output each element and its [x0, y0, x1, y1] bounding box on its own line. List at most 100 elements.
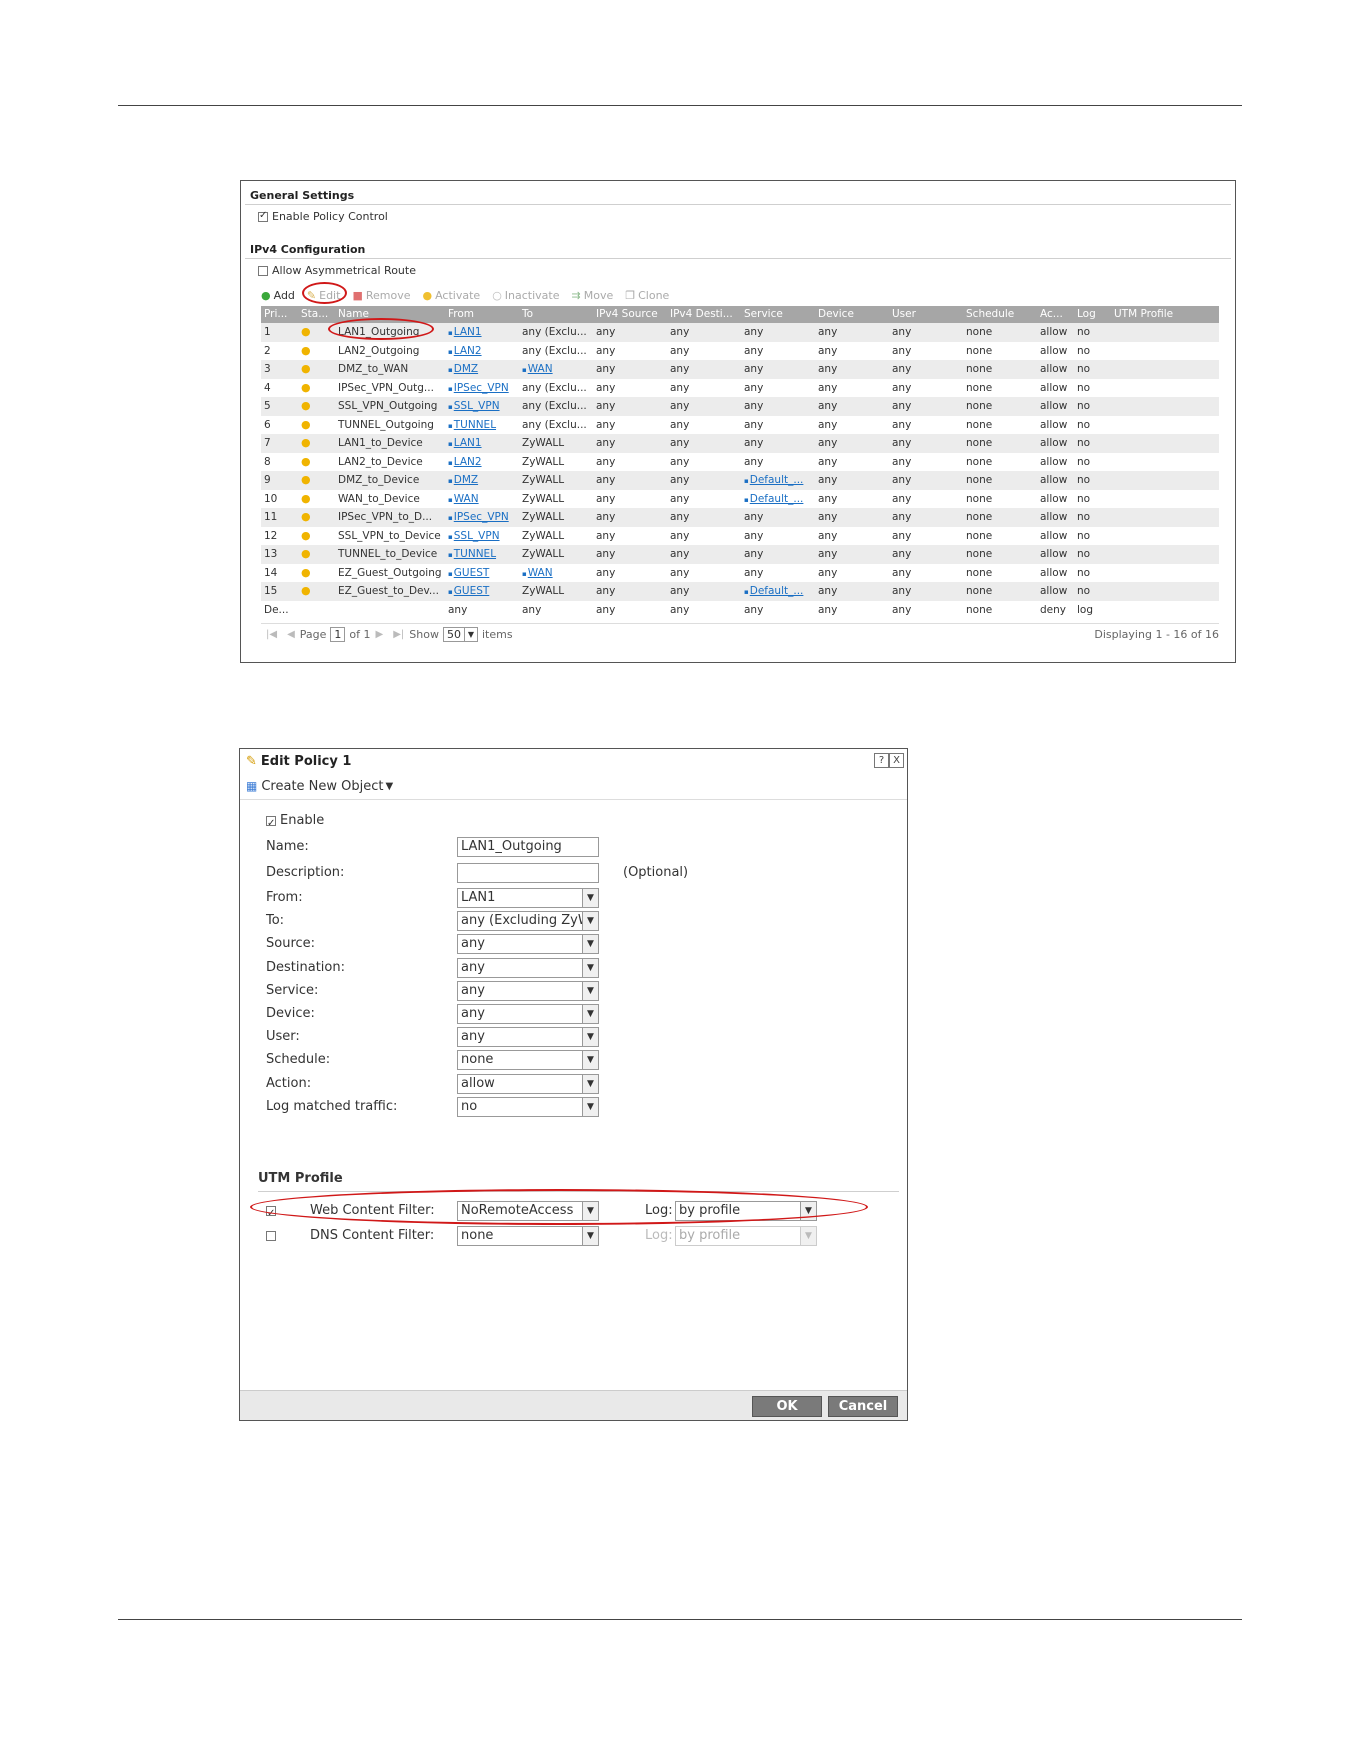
- column-header[interactable]: Device: [815, 306, 889, 323]
- column-header[interactable]: From: [445, 306, 519, 323]
- table-row[interactable]: 6 ● TUNNEL_Outgoing TUNNEL any (Exclu... any a…: [261, 415, 1219, 434]
- object-link[interactable]: TUNNEL: [448, 419, 496, 431]
- cancel-button[interactable]: Cancel: [828, 1396, 898, 1417]
- object-link[interactable]: LAN2: [448, 456, 482, 468]
- object-link[interactable]: Default_...: [744, 585, 804, 597]
- table-row[interactable]: 11 ● IPSec_VPN_to_D... IPSec_VPN ZyWALL any an…: [261, 508, 1219, 527]
- add-button[interactable]: ● Add: [261, 289, 295, 302]
- from-select[interactable]: LAN1 ▼: [457, 888, 599, 908]
- object-link[interactable]: GUEST: [448, 585, 490, 597]
- table-row[interactable]: 5 ● SSL_VPN_Outgoing SSL_VPN any (Exclu... an…: [261, 397, 1219, 416]
- object-link[interactable]: LAN1: [448, 437, 482, 449]
- allow-asym-route-checkbox[interactable]: [258, 266, 268, 276]
- column-header[interactable]: Log: [1074, 306, 1111, 323]
- log-matched-select[interactable]: no ▼: [457, 1096, 599, 1117]
- edit-button[interactable]: ✎ Edit: [307, 289, 341, 302]
- column-header[interactable]: UTM Profile: [1111, 306, 1218, 323]
- object-link[interactable]: TUNNEL: [448, 548, 496, 560]
- object-link[interactable]: LAN1: [448, 326, 482, 338]
- table-cell: any: [596, 603, 616, 616]
- edit-policy-icon: ✎: [246, 753, 257, 769]
- create-new-object-menu[interactable]: Create New Object: [261, 779, 383, 794]
- table-cell: EZ_Guest_Outgoing: [338, 566, 442, 579]
- device-select[interactable]: any ▼: [457, 1004, 599, 1024]
- first-page-icon[interactable]: |◀: [266, 629, 277, 640]
- table-cell: any: [670, 511, 690, 523]
- web-log-select[interactable]: by profile ▼: [675, 1201, 817, 1221]
- table-row[interactable]: 2 ● LAN2_Outgoing LAN2 any (Exclu... any any an…: [261, 341, 1219, 360]
- column-header[interactable]: IPv4 Desti...: [667, 306, 741, 323]
- next-page-icon[interactable]: ▶: [376, 629, 384, 640]
- table-row[interactable]: 15 ● EZ_Guest_to_Dev... GUEST ZyWALL any any De…: [261, 582, 1219, 601]
- column-header[interactable]: User: [889, 306, 963, 323]
- destination-select[interactable]: any ▼: [457, 957, 599, 978]
- object-link[interactable]: WAN: [522, 363, 553, 375]
- web-filter-checkbox[interactable]: [266, 1204, 276, 1224]
- move-button[interactable]: ⇉ Move: [572, 289, 614, 302]
- web-filter-value: NoRemoteAccess: [461, 1203, 574, 1218]
- table-row[interactable]: 12 ● SSL_VPN_to_Device SSL_VPN ZyWALL any any a…: [261, 526, 1219, 545]
- page-size-select[interactable]: 50 ▼: [442, 626, 478, 642]
- object-link[interactable]: Default_...: [744, 493, 804, 505]
- table-row[interactable]: 7 ● LAN1_to_Device LAN1 ZyWALL any any any any an…: [261, 434, 1219, 453]
- object-link[interactable]: WAN: [448, 493, 479, 505]
- enable-checkbox[interactable]: [266, 814, 276, 834]
- object-link[interactable]: IPSec_VPN: [448, 382, 509, 394]
- ok-button[interactable]: OK: [752, 1396, 822, 1417]
- column-header[interactable]: Pri...: [261, 306, 298, 323]
- description-input[interactable]: [457, 863, 599, 883]
- table-row[interactable]: 9 ● DMZ_to_Device DMZ ZyWALL any any Default_..…: [261, 471, 1219, 490]
- close-button[interactable]: X: [889, 753, 904, 768]
- column-header[interactable]: Sta...: [298, 306, 335, 323]
- table-row[interactable]: 10 ● WAN_to_Device WAN ZyWALL any any Default_.…: [261, 489, 1219, 508]
- table-row[interactable]: 3 ● DMZ_to_WAN DMZ WAN any any any any any none all…: [261, 360, 1219, 379]
- source-select[interactable]: any ▼: [457, 934, 599, 955]
- column-header[interactable]: Name: [335, 306, 445, 323]
- column-header[interactable]: Ac...: [1037, 306, 1074, 323]
- clone-icon: ❐: [625, 288, 636, 302]
- object-link[interactable]: GUEST: [448, 567, 490, 579]
- object-link[interactable]: IPSec_VPN: [448, 511, 509, 523]
- table-cell: none: [966, 585, 993, 597]
- table-cell: TUNNEL_to_Device: [338, 548, 438, 560]
- page-input[interactable]: 1: [330, 626, 346, 642]
- to-label: To:: [266, 913, 285, 929]
- object-link[interactable]: DMZ: [448, 474, 478, 486]
- activate-button[interactable]: ● Activate: [422, 289, 480, 302]
- clone-button[interactable]: ❐ Clone: [625, 289, 669, 302]
- table-row[interactable]: 4 ● IPSec_VPN_Outg... IPSec_VPN any (Exclu..…: [261, 378, 1219, 397]
- name-input[interactable]: LAN1_Outgoing: [457, 837, 599, 857]
- web-filter-select[interactable]: NoRemoteAccess ▼: [457, 1201, 599, 1221]
- help-button[interactable]: ?: [874, 753, 889, 768]
- table-row[interactable]: 8 ● LAN2_to_Device LAN2 ZyWALL any any any any an…: [261, 452, 1219, 471]
- table-row[interactable]: De... any any any any any any any none deny log: [261, 600, 1219, 619]
- object-link[interactable]: SSL_VPN: [448, 400, 500, 412]
- table-row[interactable]: 14 ● EZ_Guest_Outgoing GUEST WAN any any any any…: [261, 563, 1219, 582]
- table-body: 1 ● LAN1_Outgoing LAN1 any (Exclu... any any an…: [261, 323, 1219, 619]
- to-select[interactable]: any (Excluding ZyW ▼: [457, 911, 599, 932]
- column-header[interactable]: Service: [741, 306, 815, 323]
- column-header[interactable]: Schedule: [963, 306, 1037, 323]
- action-select[interactable]: allow ▼: [457, 1073, 599, 1094]
- user-select[interactable]: any ▼: [457, 1027, 599, 1048]
- dns-log-select[interactable]: by profile ▼: [675, 1226, 817, 1246]
- caret-down-icon[interactable]: ▼: [386, 781, 394, 792]
- last-page-icon[interactable]: ▶|: [393, 629, 404, 640]
- dns-filter-checkbox[interactable]: [266, 1230, 276, 1241]
- remove-button[interactable]: ■ Remove: [352, 289, 410, 302]
- table-row[interactable]: 13 ● TUNNEL_to_Device TUNNEL ZyWALL any any any…: [261, 545, 1219, 564]
- prev-page-icon[interactable]: ◀: [287, 629, 295, 640]
- dns-filter-select[interactable]: none ▼: [457, 1226, 599, 1246]
- object-link[interactable]: DMZ: [448, 363, 478, 375]
- object-link[interactable]: Default_...: [744, 474, 804, 486]
- table-row[interactable]: 1 ● LAN1_Outgoing LAN1 any (Exclu... any any an…: [261, 323, 1219, 342]
- service-select[interactable]: any ▼: [457, 980, 599, 1001]
- column-header[interactable]: IPv4 Source: [593, 306, 667, 323]
- column-header[interactable]: To: [519, 306, 593, 323]
- inactivate-button[interactable]: ○ Inactivate: [492, 289, 559, 302]
- object-link[interactable]: SSL_VPN: [448, 530, 500, 542]
- enable-policy-control-checkbox[interactable]: [258, 210, 268, 222]
- object-link[interactable]: WAN: [522, 567, 553, 579]
- object-link[interactable]: LAN2: [448, 345, 482, 357]
- schedule-select[interactable]: none ▼: [457, 1050, 599, 1071]
